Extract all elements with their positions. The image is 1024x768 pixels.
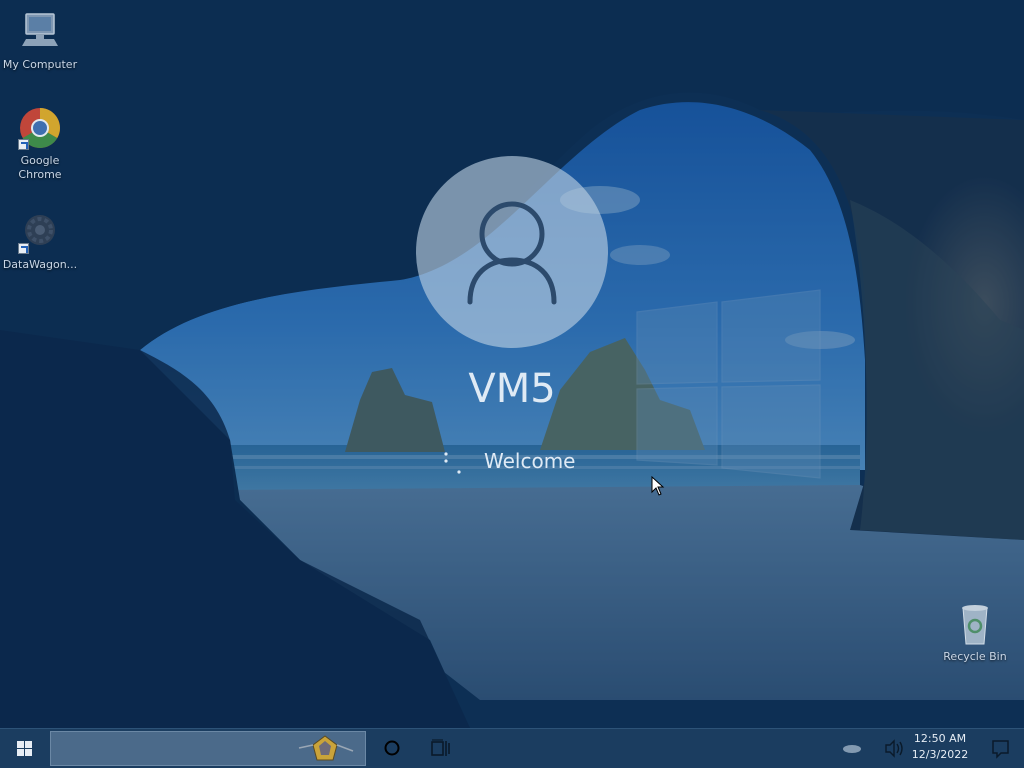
windows-logo-icon [17,741,32,756]
taskbar-clock[interactable]: 12:50 AM 12/3/2022 [908,731,972,767]
login-overlay-tint [0,0,1024,728]
clock-date: 12/3/2022 [911,748,969,761]
action-center-button[interactable] [976,729,1024,768]
cortana-button[interactable] [370,729,414,768]
user-avatar [416,156,608,348]
chrome-icon [16,104,64,152]
desktop-icon-google-chrome[interactable]: Google Chrome [0,104,80,182]
tray-volume-button[interactable] [880,729,908,768]
computer-icon [16,8,64,56]
action-center-icon [992,740,1009,759]
task-view-button[interactable] [418,729,462,768]
mouse-pointer-icon [651,476,665,496]
desktop-icon-label: My Computer [2,58,78,71]
desktop-icon-label: Google Chrome [18,154,62,181]
shortcut-arrow-icon [18,243,29,254]
task-view-icon [431,739,450,756]
taskbar-search-box[interactable] [50,731,366,766]
tray-network-button[interactable] [838,729,866,768]
volume-icon [885,739,903,758]
login-user-name: VM5 [468,366,556,412]
desktop-icon-recycle-bin[interactable]: Recycle Bin [935,600,1015,664]
desktop-icon-my-computer[interactable]: My Computer [0,8,80,72]
clock-time: 12:50 AM [913,732,967,745]
login-status: Welcome [440,446,640,476]
recycle-bin-icon [951,600,999,648]
desktop-icon-label: Recycle Bin [943,650,1007,663]
desktop-icon-datawagon[interactable]: DataWagon... [0,208,80,272]
loading-spinner-icon [444,452,461,474]
desktop-screen: My Computer Google Chrome DataWagon... R… [0,0,1024,768]
user-silhouette-icon [467,201,557,305]
login-status-text: Welcome [484,449,576,473]
shortcut-arrow-icon [18,139,29,150]
cortana-circle-icon [384,740,400,756]
start-button[interactable] [0,729,48,768]
taskbar: 12:50 AM 12/3/2022 [0,728,1024,768]
search-highlight-icon [298,735,354,761]
desktop-icon-label: DataWagon... [2,258,78,271]
datawagon-gear-icon [16,208,64,256]
network-icon [843,745,861,753]
